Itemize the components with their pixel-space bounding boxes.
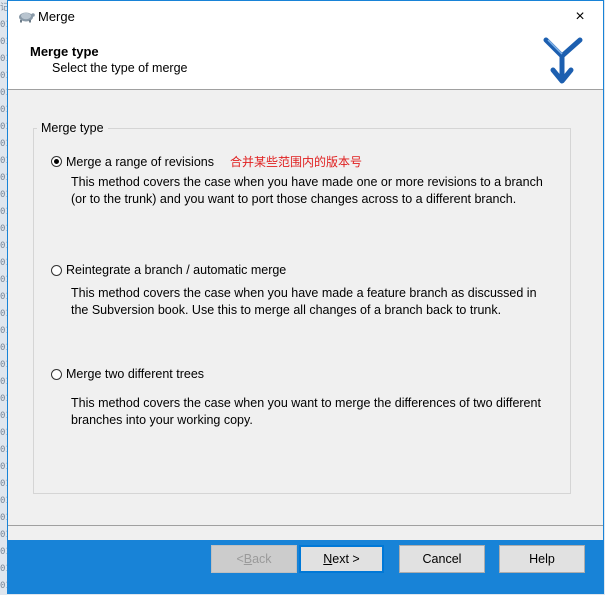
- radio-two-trees[interactable]: [51, 368, 62, 380]
- cancel-label: Cancel: [422, 552, 462, 566]
- button-bar: < Back Next > Cancel Help: [8, 540, 603, 594]
- option-merge-range[interactable]: Merge a range of revisions 合并某些范围内的版本号: [51, 153, 362, 170]
- radio-merge-range[interactable]: [51, 156, 62, 167]
- back-mnemonic: B: [243, 552, 253, 566]
- tortoise-icon: [19, 12, 35, 23]
- back-prefix: <: [236, 552, 244, 566]
- window-title: Merge: [38, 9, 75, 24]
- option-two-trees[interactable]: Merge two different trees: [51, 367, 204, 381]
- merge-dialog: Merge × Merge type Select the type of me…: [7, 0, 604, 594]
- option-label: Merge two different trees: [66, 367, 205, 381]
- help-button[interactable]: Help: [499, 545, 585, 573]
- option-reintegrate[interactable]: Reintegrate a branch / automatic merge: [51, 263, 286, 277]
- title-bar[interactable]: Merge ×: [8, 1, 603, 32]
- next-mnemonic: N: [323, 552, 333, 566]
- back-button[interactable]: < Back: [211, 545, 297, 573]
- option-label: Merge a range of revisions: [66, 154, 214, 169]
- footer-divider: [8, 525, 603, 526]
- option-description: This method covers the case when you hav…: [71, 286, 537, 317]
- back-rest: ack: [252, 552, 272, 566]
- page-subtitle: Select the type of merge: [52, 61, 188, 75]
- group-label: Merge type: [37, 121, 108, 135]
- help-label: Help: [529, 552, 555, 566]
- page-title: Merge type: [30, 44, 99, 59]
- option-label: Reintegrate a branch / automatic merge: [66, 263, 287, 277]
- cancel-button[interactable]: Cancel: [399, 545, 485, 573]
- option-description: This method covers the case when you hav…: [71, 175, 543, 206]
- option-description: This method covers the case when you wan…: [71, 396, 541, 427]
- red-annotation: 合并某些范围内的版本号: [230, 155, 363, 169]
- wizard-header: Merge type Select the type of merge: [8, 32, 603, 90]
- next-rest: ext >: [332, 552, 360, 566]
- close-icon: ×: [575, 7, 585, 25]
- merge-arrows-icon: [543, 37, 583, 84]
- next-button[interactable]: Next >: [299, 545, 384, 573]
- radio-reintegrate[interactable]: [51, 264, 62, 276]
- close-button[interactable]: ×: [557, 1, 603, 32]
